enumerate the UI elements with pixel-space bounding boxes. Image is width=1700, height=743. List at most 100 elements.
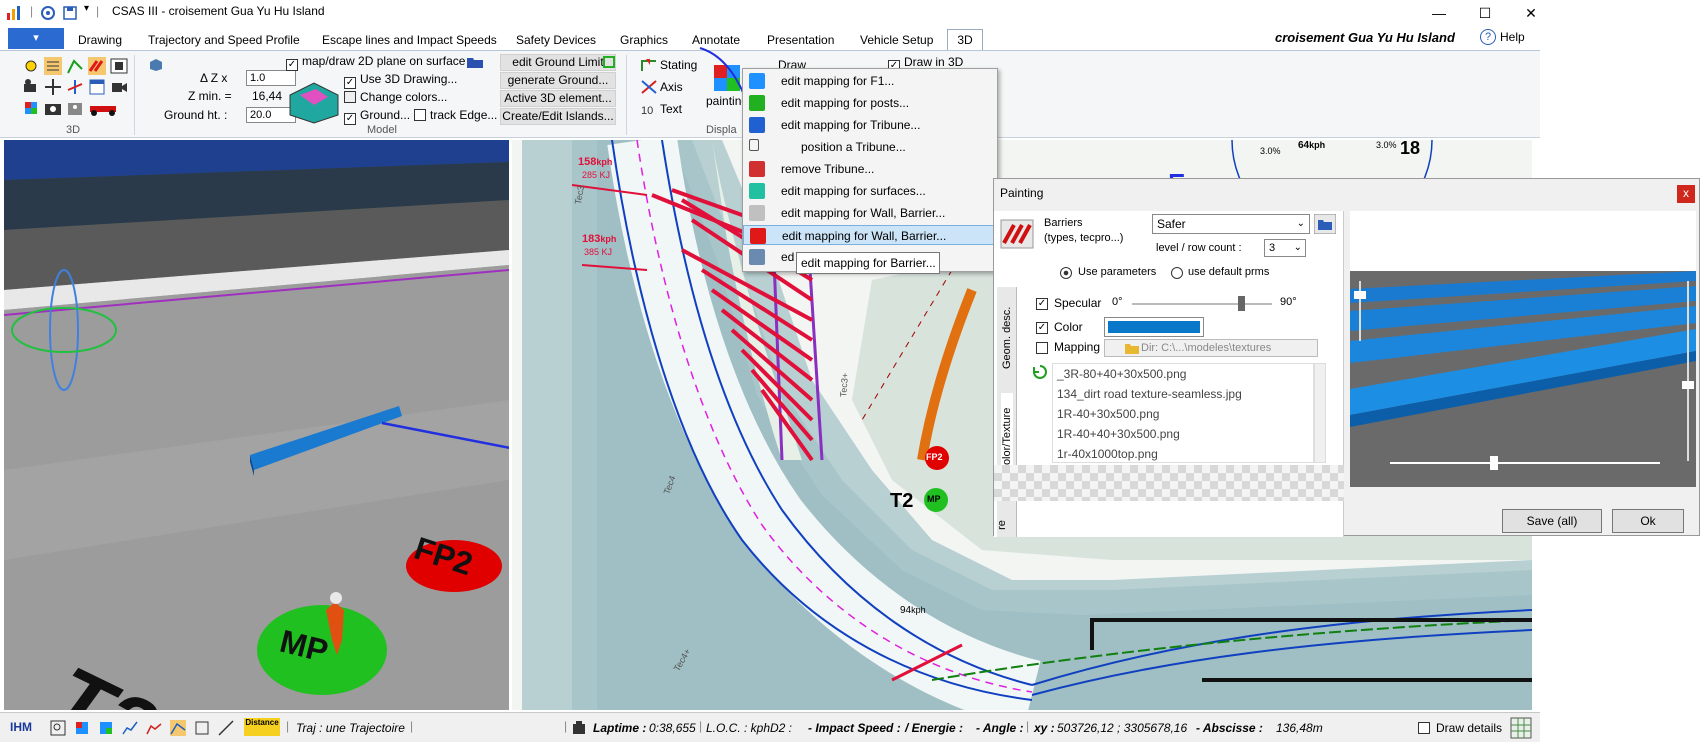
mapping-checkbox[interactable] xyxy=(1036,342,1048,354)
path-icon[interactable] xyxy=(66,57,84,75)
profile-icon[interactable] xyxy=(146,720,162,736)
list-item[interactable]: 1R-40+30x500.png xyxy=(1057,404,1313,424)
tab-escape-lines[interactable]: Escape lines and Impact Speeds xyxy=(322,33,497,47)
menu-edit-mapping-wall-2[interactable]: edit mapping for Wall, Barrier... xyxy=(743,225,997,245)
sliders-icon[interactable] xyxy=(44,57,62,75)
stating-icon[interactable] xyxy=(640,57,658,73)
file-menu-button[interactable]: ▾ xyxy=(8,28,64,49)
save-all-button[interactable]: Save (all) xyxy=(1502,509,1602,533)
edit-ground-limit-button[interactable]: edit Ground Limit xyxy=(500,54,616,71)
cube-green-icon[interactable] xyxy=(98,720,114,736)
3d-view-panel[interactable]: FP2 MP T2 xyxy=(4,140,509,710)
folder-icon[interactable] xyxy=(466,55,484,69)
box-icon[interactable] xyxy=(148,57,164,71)
3d-scene[interactable] xyxy=(4,140,509,710)
ok-button[interactable]: Ok xyxy=(1612,509,1684,533)
cube-icon[interactable] xyxy=(22,99,40,117)
text-icon[interactable]: 10 xyxy=(640,101,658,117)
color-checkbox[interactable]: ✓ xyxy=(1036,322,1048,334)
film-icon[interactable] xyxy=(110,57,128,75)
menu-position-tribune[interactable]: position a Tribune... xyxy=(743,137,997,157)
cube-3d-icon[interactable] xyxy=(74,720,90,736)
use-default-prms-radio[interactable] xyxy=(1171,267,1183,279)
maximize-button[interactable]: ☐ xyxy=(1462,0,1508,26)
draw-details-checkbox[interactable] xyxy=(1418,722,1430,734)
sun-icon[interactable] xyxy=(22,57,40,75)
menu-edit-mapping-f1[interactable]: edit mapping for F1... xyxy=(743,71,997,91)
tab-3d[interactable]: 3D xyxy=(947,29,983,51)
close-button[interactable]: ✕ xyxy=(1508,0,1554,26)
tab-presentation[interactable]: Presentation xyxy=(767,33,834,47)
measure-icon[interactable] xyxy=(218,720,234,736)
marker-18: 18 xyxy=(1400,140,1421,158)
stating-label[interactable]: Stating xyxy=(660,58,697,72)
distance-button[interactable]: Distance xyxy=(244,718,280,736)
track-edge-checkbox[interactable]: track Edge... xyxy=(414,108,497,122)
chart-icon[interactable] xyxy=(122,720,138,736)
active-3d-element-button[interactable]: Active 3D element... xyxy=(500,90,616,107)
tab-annotate[interactable]: Annotate xyxy=(692,33,740,47)
minimize-button[interactable]: — xyxy=(1416,0,1462,26)
tribune-icon[interactable] xyxy=(66,99,84,117)
tab-color-texture[interactable]: Color/Texture xyxy=(1001,393,1013,473)
file-list-scrollbar[interactable] xyxy=(1314,363,1326,463)
ground-limit-indicator xyxy=(603,56,615,68)
texture-file-list[interactable]: _3R-80+40+30x500.png 134_dirt road textu… xyxy=(1052,363,1314,463)
tab-trajectory[interactable]: Trajectory and Speed Profile xyxy=(148,33,300,47)
menu-edit-mapping-surfaces[interactable]: edit mapping for surfaces... xyxy=(743,181,997,201)
specular-slider-thumb[interactable] xyxy=(1238,296,1245,311)
refresh-icon[interactable] xyxy=(1032,364,1048,380)
camera-icon[interactable] xyxy=(22,78,40,96)
tab-re[interactable]: re xyxy=(996,520,1008,530)
zoom-icon[interactable] xyxy=(50,720,66,736)
use-parameters-radio[interactable] xyxy=(1060,267,1072,279)
level-row-select[interactable]: 3 ⌄ xyxy=(1264,239,1306,257)
save-icon[interactable] xyxy=(62,5,78,21)
generate-ground-button[interactable]: generate Ground... xyxy=(500,72,616,89)
change-colors-checkbox[interactable]: Change colors... xyxy=(344,90,447,104)
ground-checkbox[interactable]: ✓ Ground... xyxy=(344,108,410,125)
use-3d-drawing-checkbox[interactable]: ✓ Use 3D Drawing... xyxy=(344,72,457,89)
3d-plane-icon[interactable] xyxy=(286,75,342,125)
barrier-category-icon[interactable] xyxy=(1000,219,1034,249)
list-item[interactable]: 134_dirt road texture-seamless.jpg xyxy=(1057,384,1313,404)
specular-slider-track[interactable] xyxy=(1132,303,1272,305)
barrier-icon[interactable] xyxy=(88,57,106,75)
barrier-type-select[interactable]: Safer ⌄ xyxy=(1152,214,1310,234)
specular-min-label: 0° xyxy=(1112,296,1123,308)
select-box-icon[interactable] xyxy=(194,720,210,736)
create-edit-islands-button[interactable]: Create/Edit Islands... xyxy=(500,108,616,125)
tab-vehicle-setup[interactable]: Vehicle Setup xyxy=(860,33,933,47)
trajectory-icon[interactable] xyxy=(170,720,186,736)
video-camera-icon[interactable] xyxy=(110,78,128,96)
menu-edit-mapping-tribune[interactable]: edit mapping for Tribune... xyxy=(743,115,997,135)
target-icon[interactable] xyxy=(40,5,56,21)
window-icon[interactable] xyxy=(88,78,106,96)
tab-drawing[interactable]: Drawing xyxy=(78,33,122,47)
ihm-label[interactable]: IHM xyxy=(10,720,32,734)
barrier-3d-preview[interactable] xyxy=(1350,211,1696,487)
axes-icon[interactable] xyxy=(66,78,84,96)
photo-camera-icon[interactable] xyxy=(44,99,62,117)
menu-edit-mapping-wall-1[interactable]: edit mapping for Wall, Barrier... xyxy=(743,203,997,223)
open-folder-icon[interactable] xyxy=(1314,214,1336,234)
map-draw-2d-checkbox[interactable]: ✓ map/draw 2D plane on surface xyxy=(286,54,465,71)
crosshair-icon[interactable] xyxy=(44,78,62,96)
specular-checkbox[interactable]: ✓ xyxy=(1036,298,1048,310)
tab-graphics[interactable]: Graphics xyxy=(620,33,668,47)
list-item[interactable]: 1r-40x1000top.png xyxy=(1057,444,1313,462)
color-swatch[interactable] xyxy=(1104,317,1204,337)
tab-geom-desc[interactable]: Geom. desc. xyxy=(1001,297,1013,369)
axis-icon[interactable] xyxy=(640,79,658,95)
list-item[interactable]: _3R-80+40+30x500.png xyxy=(1057,364,1313,384)
grid-toggle-icon[interactable] xyxy=(1510,717,1532,739)
quick-access-dropdown[interactable]: ▾ xyxy=(84,3,89,14)
tab-safety-devices[interactable]: Safety Devices xyxy=(516,33,596,47)
dialog-close-button[interactable]: x xyxy=(1677,185,1695,203)
f1-car-icon[interactable] xyxy=(88,99,118,117)
axis-label[interactable]: Axis xyxy=(660,80,683,94)
menu-remove-tribune[interactable]: remove Tribune... xyxy=(743,159,997,179)
menu-edit-mapping-posts[interactable]: edit mapping for posts... xyxy=(743,93,997,113)
text-label[interactable]: Text xyxy=(660,102,682,116)
list-item[interactable]: 1R-40+40+30x500.png xyxy=(1057,424,1313,444)
